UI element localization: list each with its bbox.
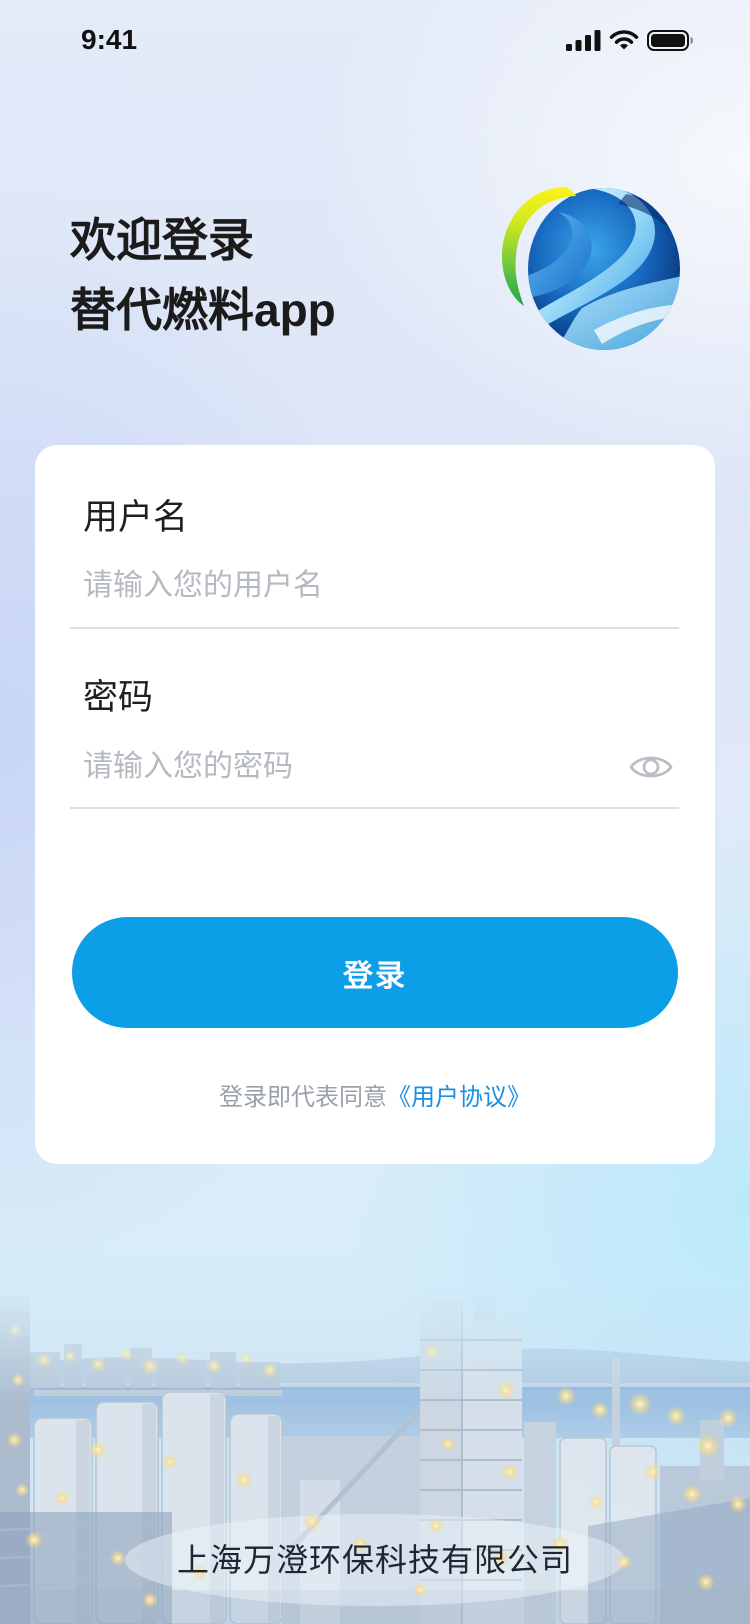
- company-name-footer: 上海万澄环保科技有限公司: [176, 1542, 573, 1578]
- login-card: 用户名 密码 登录 登录即代表同意《用户协议》: [35, 445, 715, 1164]
- password-input[interactable]: [83, 742, 613, 792]
- status-time: 9:41: [81, 24, 138, 55]
- login-button-label: 登录: [343, 959, 407, 993]
- password-underline: [70, 807, 679, 809]
- login-button[interactable]: 登录: [72, 917, 678, 1028]
- username-input[interactable]: [83, 561, 613, 611]
- cellular-signal-icon: [566, 30, 601, 51]
- welcome-title: 欢迎登录 替代燃料app: [70, 205, 336, 345]
- wifi-icon: [609, 30, 639, 50]
- eye-icon[interactable]: [628, 750, 674, 784]
- login-screen: 9:41 欢迎登录 替代燃料app 用户名 请输入您的用户名 密码 登录 登录即…: [0, 0, 750, 1624]
- app-name-heading: 替代燃料app: [70, 284, 336, 336]
- welcome-heading: 欢迎登录: [70, 214, 254, 266]
- password-visibility-toggle[interactable]: [628, 750, 674, 784]
- password-label: 密码: [83, 678, 154, 717]
- user-agreement-link[interactable]: 《用户协议》: [387, 1084, 531, 1111]
- battery-icon: [647, 30, 693, 51]
- agreement-prefix: 登录即代表同意: [219, 1084, 387, 1111]
- username-label: 用户名: [83, 498, 189, 537]
- company-logo-icon: [502, 187, 680, 350]
- agreement-text: 登录即代表同意《用户协议》: [35, 1081, 715, 1115]
- username-underline: [70, 627, 679, 629]
- status-bar: 9:41: [0, 0, 750, 80]
